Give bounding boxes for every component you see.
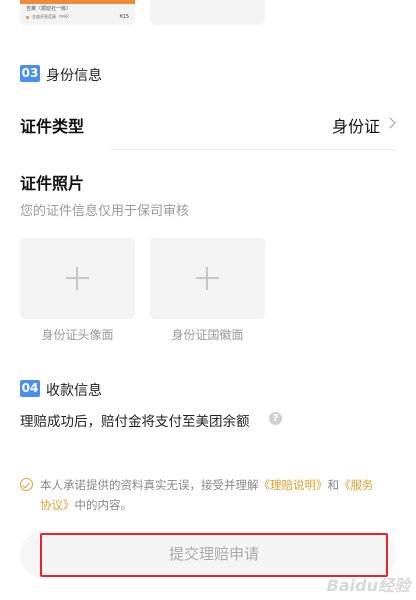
- agreement-text-line2: 协议》中的内容。: [40, 495, 132, 515]
- id-back-caption: 身份证国徽面: [171, 328, 244, 342]
- uploaded-photo-2[interactable]: [150, 0, 265, 25]
- section-title-payment: 收款信息: [46, 383, 102, 399]
- check-circle-icon: [20, 478, 33, 491]
- section-number-badge: 03: [20, 65, 40, 82]
- agreement-and: 和: [327, 478, 340, 492]
- receipt-line2: 金盛养殖莲康（中杯）: [32, 14, 72, 19]
- uploaded-receipt-photo[interactable]: 吉莱（顺延社一级） 金盛养殖莲康（中杯） ¥15: [20, 0, 135, 25]
- id-type-row[interactable]: 证件类型 身份证: [0, 104, 416, 144]
- id-front-caption: 身份证头像面: [41, 328, 114, 342]
- watermark: Baidu经验: [326, 576, 410, 595]
- upload-id-back[interactable]: [150, 238, 265, 319]
- question-help-icon[interactable]: ?: [269, 412, 282, 425]
- plus-icon-vertical: [76, 267, 78, 290]
- service-agreement-link-part2[interactable]: 协议》: [40, 498, 75, 512]
- agreement-prefix: 本人承诺提供的资料真实无误，接受并理解: [40, 478, 259, 492]
- claim-instructions-link[interactable]: 《理赔说明》: [259, 478, 328, 492]
- check-mark-icon: [22, 480, 30, 489]
- agreement-suffix: 中的内容。: [74, 498, 133, 512]
- agreement-checkbox[interactable]: [20, 478, 33, 491]
- agreement-text: 本人承诺提供的资料真实无误，接受并理解《理赔说明》和《服务: [40, 475, 374, 495]
- divider: [110, 149, 396, 150]
- plus-icon-vertical: [206, 267, 208, 290]
- receipt-line1: 吉莱（顺延社一级）: [26, 6, 72, 12]
- upload-id-front[interactable]: [20, 238, 135, 319]
- chevron-right-icon: [384, 117, 396, 129]
- id-photo-title: 证件照片: [20, 174, 85, 193]
- section-number-badge: 04: [20, 380, 40, 397]
- submit-claim-button[interactable]: 提交理赔申请: [40, 533, 388, 577]
- receipt-dot-icon: [26, 16, 29, 19]
- id-type-value: 身份证: [332, 117, 381, 136]
- section-title-identity: 身份信息: [46, 68, 102, 84]
- receipt-price: ¥15: [119, 14, 129, 20]
- service-agreement-link-part1[interactable]: 《服务: [339, 478, 374, 492]
- id-type-label: 证件类型: [20, 117, 85, 136]
- payment-note: 理赔成功后，赔付金将支付至美团余额: [20, 414, 250, 430]
- id-photo-hint: 您的证件信息仅用于保司审核: [20, 204, 190, 219]
- receipt-header-strip: [20, 0, 135, 4]
